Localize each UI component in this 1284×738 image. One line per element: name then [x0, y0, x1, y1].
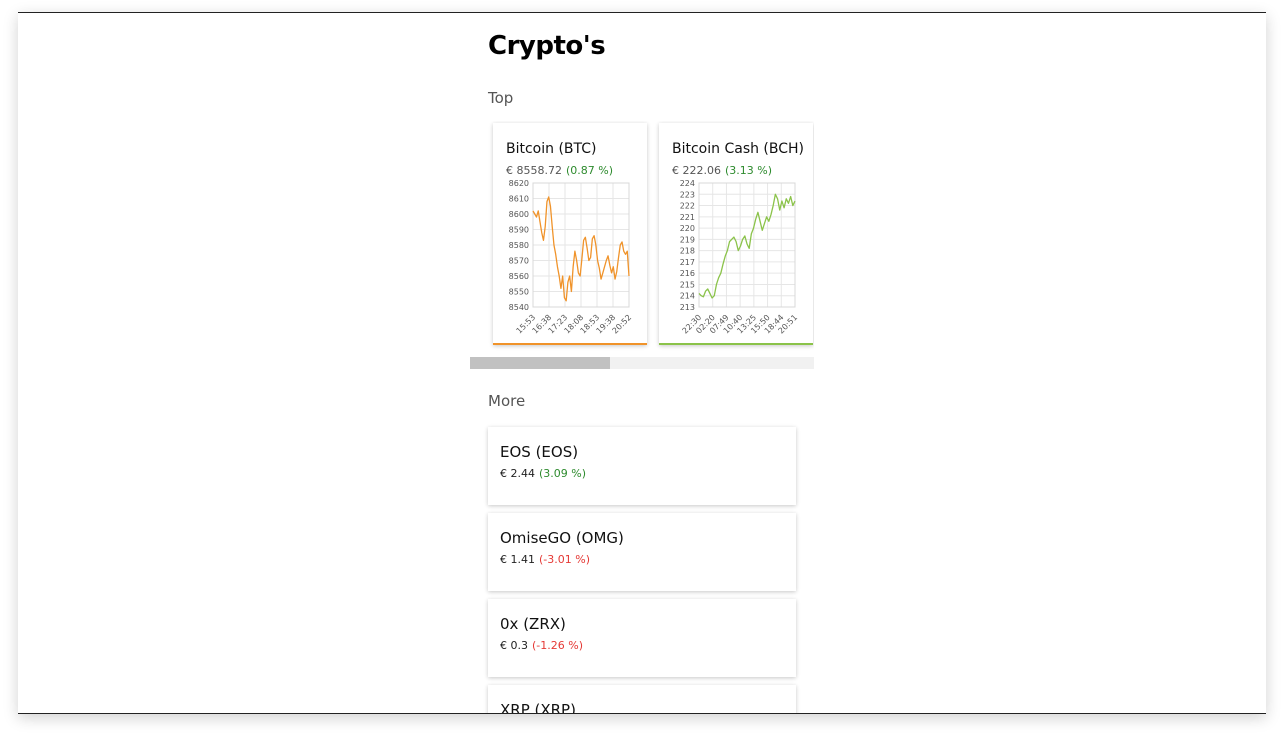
- y-tick-label: 218: [680, 247, 695, 256]
- scrollbar-thumb[interactable]: [470, 357, 610, 369]
- list-item-name: EOS (EOS): [500, 443, 579, 461]
- list-item-price-row: € 0.3 (-1.26 %): [500, 639, 583, 652]
- horizontal-scrollbar[interactable]: [470, 357, 814, 369]
- y-tick-label: 216: [680, 269, 695, 278]
- list-item-price: € 0.3: [500, 639, 528, 652]
- list-item-price: € 2.44: [500, 467, 535, 480]
- y-tick-label: 8540: [509, 303, 529, 312]
- list-item-price-row: € 2.44 (3.09 %): [500, 467, 586, 480]
- list-item-change: (3.09 %): [539, 467, 587, 480]
- y-tick-label: 8580: [509, 241, 529, 250]
- list-item-zrx[interactable]: 0x (ZRX) € 0.3 (-1.26 %): [488, 599, 796, 677]
- top-cards-scroller[interactable]: Bitcoin (BTC) € 8558.72 (0.87 %) 8620 8610…: [470, 121, 814, 369]
- list-item-price: € 1.41: [500, 553, 535, 566]
- coin-card-name: Bitcoin Cash (BCH): [672, 141, 805, 157]
- y-tick-label: 224: [680, 179, 695, 188]
- list-item-name: 0x (ZRX): [500, 615, 566, 633]
- app-window: Crypto's Top Bitcoin (BTC) € 8558.72 (0.8…: [18, 12, 1266, 714]
- y-tick-label: 8620: [509, 179, 529, 188]
- coin-card-price-row: € 8558.72 (0.87 %): [506, 164, 613, 177]
- y-tick-label: 8600: [509, 210, 529, 219]
- btc-price-chart: 86208610860085908580857085608550854015:5…: [509, 179, 634, 336]
- section-label-top: Top: [488, 89, 514, 107]
- list-item-name: OmiseGO (OMG): [500, 529, 624, 547]
- y-tick-label: 222: [680, 202, 695, 211]
- coin-card-bch[interactable]: Bitcoin Cash (BCH) € 222.06 (3.13 %) 224 2…: [659, 123, 813, 345]
- coin-card-change: (3.13 %): [724, 164, 773, 177]
- bch-price-chart: 22422322222122021921821721621521421322:3…: [680, 179, 800, 336]
- coin-card-price: € 222.06: [672, 164, 721, 177]
- coin-card-price: € 8558.72: [506, 164, 562, 177]
- y-tick-label: 213: [680, 303, 695, 312]
- coin-card-btc[interactable]: Bitcoin (BTC) € 8558.72 (0.87 %) 8620 8610…: [493, 123, 647, 345]
- y-tick-label: 219: [680, 235, 695, 244]
- list-item-xrp[interactable]: XRP (XRP): [488, 685, 796, 714]
- list-item-change: (-3.01 %): [539, 553, 590, 566]
- y-tick-label: 220: [680, 224, 695, 233]
- y-tick-label: 8590: [509, 226, 529, 235]
- coin-card-price-row: € 222.06 (3.13 %): [672, 164, 772, 177]
- list-item-eos[interactable]: EOS (EOS) € 2.44 (3.09 %): [488, 427, 796, 505]
- y-tick-label: 8560: [509, 272, 529, 281]
- price-series-line: [698, 193, 796, 299]
- y-tick-label: 8570: [509, 257, 529, 266]
- y-tick-label: 215: [680, 280, 695, 289]
- list-item-price-row: € 1.41 (-3.01 %): [500, 553, 590, 566]
- y-tick-label: 8550: [509, 288, 529, 297]
- y-tick-label: 8610: [509, 195, 529, 204]
- section-label-more: More: [488, 392, 526, 410]
- page-title: Crypto's: [488, 31, 606, 61]
- y-tick-label: 214: [680, 292, 695, 301]
- coin-card-name: Bitcoin (BTC): [506, 141, 597, 157]
- list-item-name: XRP (XRP): [500, 701, 576, 714]
- list-item-omg[interactable]: OmiseGO (OMG) € 1.41 (-3.01 %): [488, 513, 796, 591]
- y-tick-label: 217: [680, 258, 695, 267]
- y-tick-label: 223: [680, 190, 695, 199]
- y-tick-label: 221: [680, 213, 695, 222]
- coin-card-change: (0.87 %): [565, 164, 614, 177]
- list-item-change: (-1.26 %): [532, 639, 583, 652]
